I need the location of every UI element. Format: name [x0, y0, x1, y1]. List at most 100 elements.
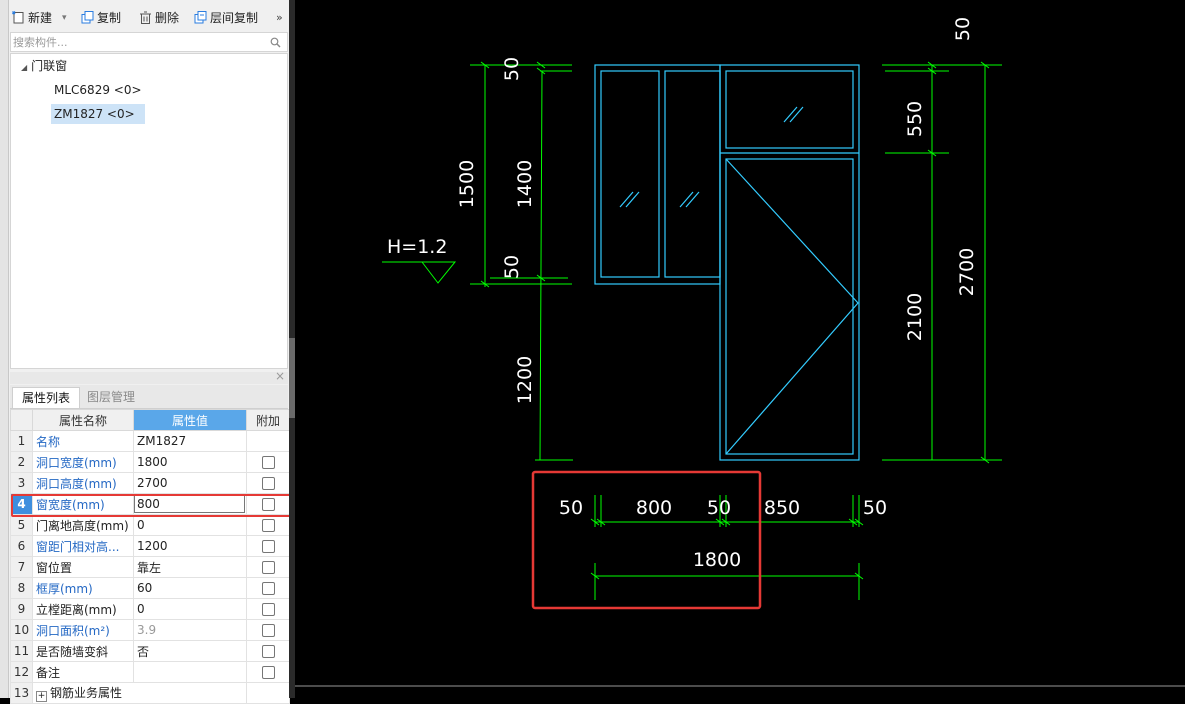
- property-row[interactable]: 9 立樘距离(mm) 0: [10, 598, 290, 620]
- cad-drawing-canvas[interactable]: H=1.2 1500 50 1400 50 1200 50 550 2100 2…: [295, 0, 1185, 698]
- panel-splitter[interactable]: ×: [10, 369, 288, 384]
- search-box: [10, 32, 288, 52]
- dim-right-transom-label: 550: [904, 101, 926, 137]
- property-row[interactable]: 10 洞口面积(m²) 3.9: [10, 619, 290, 641]
- property-value[interactable]: 否: [133, 640, 247, 662]
- property-row[interactable]: 5 门离地高度(mm) 0: [10, 514, 290, 536]
- extra-checkbox[interactable]: [261, 519, 275, 532]
- property-row[interactable]: 3 洞口高度(mm) 2700: [10, 472, 290, 494]
- property-row[interactable]: 7 窗位置 靠左: [10, 556, 290, 578]
- property-value[interactable]: 2700: [133, 472, 247, 494]
- dim-left-window-label: 1400: [514, 160, 536, 208]
- search-icon[interactable]: [270, 37, 281, 48]
- extra-cell: [246, 535, 290, 557]
- property-value[interactable]: ZM1827: [133, 430, 247, 452]
- row-index: 2: [10, 451, 33, 473]
- extra-checkbox[interactable]: [261, 666, 275, 679]
- property-value: 3.9: [133, 619, 247, 641]
- property-row-expandable[interactable]: 13 + 钢筋业务属性: [10, 682, 290, 704]
- tree-item-mlc6829[interactable]: MLC6829 <0>: [54, 80, 142, 100]
- property-name: 洞口面积(m²): [32, 619, 134, 641]
- delete-button[interactable]: 删除: [139, 9, 179, 27]
- property-tabs: 属性列表 图层管理: [10, 385, 288, 409]
- search-input[interactable]: [13, 34, 263, 50]
- close-panel-icon[interactable]: ×: [275, 369, 285, 383]
- dimension-lines: [295, 61, 1185, 687]
- extra-checkbox[interactable]: [261, 561, 275, 574]
- property-value[interactable]: 60: [133, 577, 247, 599]
- property-row[interactable]: 2 洞口宽度(mm) 1800: [10, 451, 290, 473]
- dim-right-door-label: 2100: [904, 293, 926, 341]
- copy-button[interactable]: 复制: [81, 9, 121, 27]
- tab-layer-management[interactable]: 图层管理: [80, 387, 142, 407]
- row-index: 9: [10, 598, 33, 620]
- dim-left-top-label: 50: [501, 57, 523, 81]
- toolbar-overflow-button[interactable]: »: [276, 9, 283, 27]
- extra-checkbox[interactable]: [261, 603, 275, 616]
- new-button[interactable]: 新建: [12, 9, 52, 27]
- extra-checkbox[interactable]: [261, 540, 275, 553]
- row-index: 11: [10, 640, 33, 662]
- extra-cell: [246, 451, 290, 473]
- right-dimension-lines: [882, 64, 1002, 461]
- glass-mark-left: [619, 191, 640, 208]
- row-index: 7: [10, 556, 33, 578]
- property-value[interactable]: 靠左: [133, 556, 247, 578]
- property-table: 属性名称 属性值 附加 1 名称 ZM1827 2 洞口宽度(mm) 1800 …: [10, 409, 290, 704]
- floor-copy-icon: [194, 11, 207, 24]
- property-value[interactable]: 1800: [133, 451, 247, 473]
- extra-checkbox[interactable]: [261, 456, 275, 469]
- row-index: 10: [10, 619, 33, 641]
- property-name: 洞口高度(mm): [32, 472, 134, 494]
- property-value[interactable]: 1200: [133, 535, 247, 557]
- property-row[interactable]: 6 窗距门相对高... 1200: [10, 535, 290, 557]
- extra-cell: [246, 577, 290, 599]
- property-row[interactable]: 11 是否随墙变斜 否: [10, 640, 290, 662]
- extra-checkbox[interactable]: [261, 477, 275, 490]
- expand-plus-icon[interactable]: +: [36, 691, 47, 702]
- property-name: 备注: [32, 661, 134, 683]
- row-index: 12: [10, 661, 33, 683]
- extra-cell: [246, 682, 290, 704]
- extra-checkbox[interactable]: [261, 645, 275, 658]
- header-extra[interactable]: 附加: [246, 409, 290, 431]
- new-dropdown-arrow[interactable]: ▾: [62, 9, 67, 27]
- elevation-label: H=1.2: [387, 236, 447, 258]
- row-index: 5: [10, 514, 33, 536]
- new-file-icon: [12, 11, 24, 24]
- extra-cell: [246, 640, 290, 662]
- tab-property-list[interactable]: 属性列表: [12, 387, 80, 408]
- property-row[interactable]: 12 备注: [10, 661, 290, 683]
- property-name: 名称: [32, 430, 134, 452]
- property-name: 是否随墙变斜: [32, 640, 134, 662]
- header-property-value[interactable]: 属性值: [133, 409, 247, 431]
- row-index: 8: [10, 577, 33, 599]
- property-value[interactable]: [133, 661, 247, 683]
- expand-arrow-icon[interactable]: ◢: [21, 63, 27, 72]
- property-group: + 钢筋业务属性: [32, 682, 247, 704]
- row-index: 6: [10, 535, 33, 557]
- tree-item-zm1827[interactable]: ZM1827 <0>: [51, 104, 145, 124]
- dim-right-total-label: 2700: [956, 248, 978, 296]
- door-window-outline: [594, 64, 860, 461]
- extra-checkbox[interactable]: [261, 624, 275, 637]
- property-row[interactable]: 8 框厚(mm) 60: [10, 577, 290, 599]
- window-outer-frame: [594, 64, 721, 285]
- property-row[interactable]: 1 名称 ZM1827: [10, 430, 290, 452]
- floor-copy-button[interactable]: 层间复制: [194, 9, 258, 27]
- glass-mark-middle: [679, 191, 700, 208]
- left-edge-strip: [0, 0, 9, 698]
- dim-right-top-label: 50: [952, 17, 974, 41]
- property-value[interactable]: 0: [133, 598, 247, 620]
- window-pane-right: [664, 70, 721, 278]
- toolbar: 新建 ▾ 复制 删除 层间复制 »: [10, 6, 290, 30]
- property-name: 窗距门相对高...: [32, 535, 134, 557]
- extra-cell: [246, 472, 290, 494]
- window-pane-left: [600, 70, 660, 278]
- header-property-name[interactable]: 属性名称: [32, 409, 134, 431]
- property-name: 窗位置: [32, 556, 134, 578]
- extra-cell: [246, 556, 290, 578]
- tree-group-door-window[interactable]: ◢ 门联窗: [21, 56, 67, 76]
- extra-checkbox[interactable]: [261, 582, 275, 595]
- property-value[interactable]: 0: [133, 514, 247, 536]
